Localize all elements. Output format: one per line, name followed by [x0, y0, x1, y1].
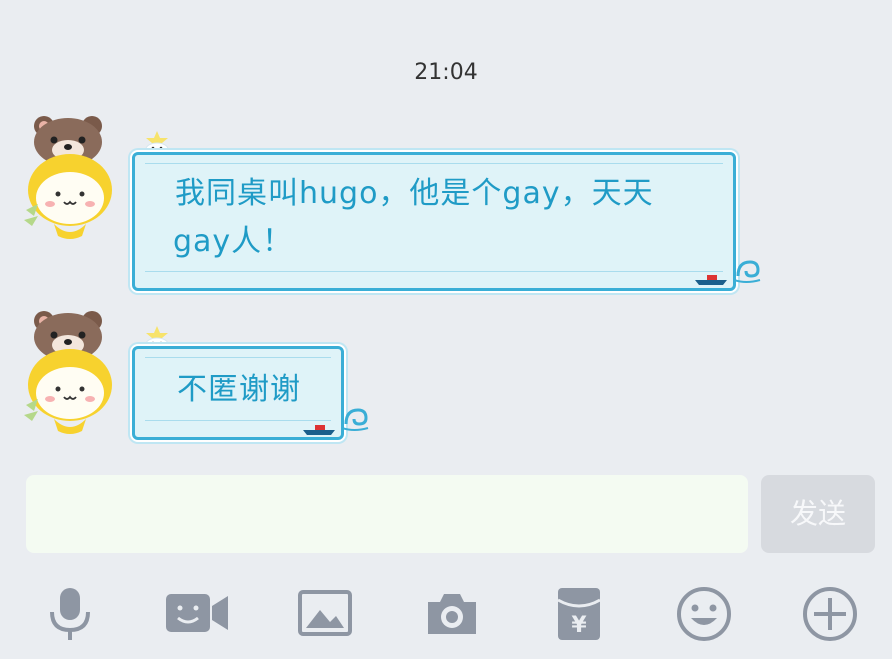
camera-icon[interactable] — [422, 584, 482, 644]
sender-avatar[interactable] — [20, 112, 116, 242]
red-packet-icon[interactable]: ¥ — [550, 584, 610, 644]
image-icon[interactable] — [296, 584, 356, 644]
sender-avatar[interactable] — [20, 307, 116, 437]
video-call-icon[interactable] — [164, 584, 228, 644]
send-button[interactable]: 发送 — [761, 475, 875, 553]
message-text-line: gay人！ — [173, 224, 294, 259]
message-text-line: 不匿谢谢 — [177, 372, 301, 407]
message-input[interactable] — [26, 475, 748, 553]
boat-decoration-icon — [693, 271, 729, 290]
message-timestamp: 21:04 — [414, 60, 478, 85]
message-bubble[interactable]: 不匿谢谢 — [132, 346, 344, 440]
message-bubble[interactable]: 我同桌叫hugo，他是个gay，天天 gay人！ — [132, 152, 736, 291]
wave-decoration-icon — [733, 256, 762, 288]
plus-icon[interactable] — [800, 584, 860, 644]
emoji-icon[interactable] — [674, 584, 734, 644]
wave-decoration-icon — [341, 404, 370, 436]
message-text-line: 我同桌叫hugo，他是个gay，天天 — [175, 176, 654, 211]
boat-decoration-icon — [301, 421, 337, 440]
microphone-icon[interactable] — [40, 584, 100, 644]
svg-text:¥: ¥ — [571, 613, 587, 638]
